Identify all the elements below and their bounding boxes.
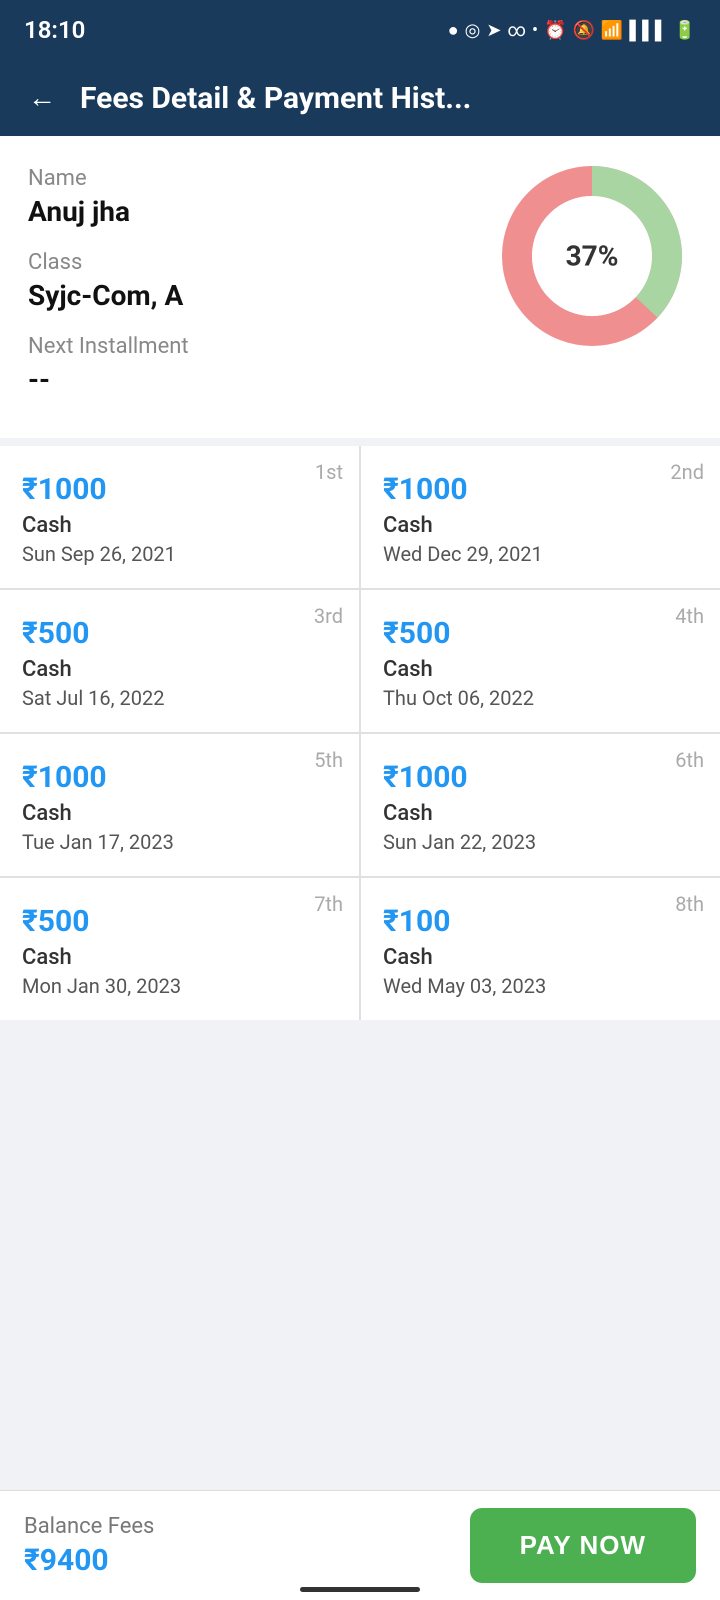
installment-label-7: 7th xyxy=(314,892,343,916)
installment-label-5: 5th xyxy=(314,748,343,772)
balance-label: Balance Fees xyxy=(24,1514,450,1539)
payment-amount-4: ₹500 xyxy=(383,616,698,651)
profile-card: Name Anuj jha Class Syjc-Com, A Next Ins… xyxy=(0,136,720,444)
infinity-icon: ∞ xyxy=(507,20,526,41)
payment-date-1: Sun Sep 26, 2021 xyxy=(22,542,337,566)
payment-amount-8: ₹100 xyxy=(383,904,698,939)
payment-amount-1: ₹1000 xyxy=(22,472,337,507)
back-button[interactable]: ← xyxy=(24,78,60,118)
payment-method-7: Cash xyxy=(22,945,337,970)
next-installment: -- xyxy=(28,363,492,396)
app-header: ← Fees Detail & Payment Hist... xyxy=(0,60,720,136)
location-icon: ➤ xyxy=(486,20,501,41)
payment-date-8: Wed May 03, 2023 xyxy=(383,974,698,998)
payment-method-3: Cash xyxy=(22,657,337,682)
installment-label-2: 2nd xyxy=(670,460,704,484)
payment-method-4: Cash xyxy=(383,657,698,682)
alarm-icon: ⏰ xyxy=(544,20,566,41)
payment-card-4: 4th ₹500 Cash Thu Oct 06, 2022 xyxy=(361,590,720,732)
page-title: Fees Detail & Payment Hist... xyxy=(80,81,696,116)
payment-method-5: Cash xyxy=(22,801,337,826)
class-label: Class xyxy=(28,250,492,275)
payments-grid: 1st ₹1000 Cash Sun Sep 26, 2021 2nd ₹100… xyxy=(0,446,720,1020)
payment-amount-7: ₹500 xyxy=(22,904,337,939)
wifi-icon: 📶 xyxy=(601,20,623,41)
name-label: Name xyxy=(28,166,492,191)
student-class: Syjc-Com, A xyxy=(28,279,492,312)
payment-card-6: 6th ₹1000 Cash Sun Jan 22, 2023 xyxy=(361,734,720,876)
pay-now-button[interactable]: PAY NOW xyxy=(470,1508,696,1583)
payment-card-5: 5th ₹1000 Cash Tue Jan 17, 2023 xyxy=(0,734,359,876)
payment-card-7: 7th ₹500 Cash Mon Jan 30, 2023 xyxy=(0,878,359,1020)
fee-chart: 37% xyxy=(492,156,692,356)
whatsapp-icon: ◎ xyxy=(465,20,481,41)
cellular-icon: ▌▌▌ xyxy=(629,20,667,41)
balance-amount: ₹9400 xyxy=(24,1543,450,1578)
payment-method-8: Cash xyxy=(383,945,698,970)
status-time: 18:10 xyxy=(24,16,85,44)
installment-label-8: 8th xyxy=(675,892,704,916)
balance-section: Balance Fees ₹9400 xyxy=(24,1514,450,1578)
payment-card-8: 8th ₹100 Cash Wed May 03, 2023 xyxy=(361,878,720,1020)
payment-method-6: Cash xyxy=(383,801,698,826)
payment-method-2: Cash xyxy=(383,513,698,538)
home-indicator xyxy=(300,1587,420,1592)
installment-label: Next Installment xyxy=(28,334,492,359)
payment-amount-6: ₹1000 xyxy=(383,760,698,795)
payment-amount-5: ₹1000 xyxy=(22,760,337,795)
payment-card-1: 1st ₹1000 Cash Sun Sep 26, 2021 xyxy=(0,446,359,588)
installment-label-3: 3rd xyxy=(314,604,343,628)
chart-percent-text: 37% xyxy=(566,240,619,273)
payment-method-1: Cash xyxy=(22,513,337,538)
payment-date-7: Mon Jan 30, 2023 xyxy=(22,974,337,998)
status-icons: ● ◎ ➤ ∞ • ⏰ 🔕 📶 ▌▌▌ 🔋 xyxy=(448,20,696,41)
payment-date-6: Sun Jan 22, 2023 xyxy=(383,830,698,854)
payment-card-2: 2nd ₹1000 Cash Wed Dec 29, 2021 xyxy=(361,446,720,588)
status-bar: 18:10 ● ◎ ➤ ∞ • ⏰ 🔕 📶 ▌▌▌ 🔋 xyxy=(0,0,720,60)
dot-icon: • xyxy=(532,20,538,41)
installment-label-6: 6th xyxy=(675,748,704,772)
battery-icon: 🔋 xyxy=(674,20,696,41)
payment-card-3: 3rd ₹500 Cash Sat Jul 16, 2022 xyxy=(0,590,359,732)
payment-amount-2: ₹1000 xyxy=(383,472,698,507)
student-name: Anuj jha xyxy=(28,195,492,228)
payment-date-2: Wed Dec 29, 2021 xyxy=(383,542,698,566)
profile-info: Name Anuj jha Class Syjc-Com, A Next Ins… xyxy=(28,166,492,418)
payment-date-5: Tue Jan 17, 2023 xyxy=(22,830,337,854)
bottom-bar: Balance Fees ₹9400 PAY NOW xyxy=(0,1490,720,1600)
installment-label-1: 1st xyxy=(315,460,343,484)
installment-label-4: 4th xyxy=(675,604,704,628)
payment-date-3: Sat Jul 16, 2022 xyxy=(22,686,337,710)
signal-icon: ● xyxy=(448,20,459,41)
payment-amount-3: ₹500 xyxy=(22,616,337,651)
payment-date-4: Thu Oct 06, 2022 xyxy=(383,686,698,710)
mute-icon: 🔕 xyxy=(572,20,594,41)
